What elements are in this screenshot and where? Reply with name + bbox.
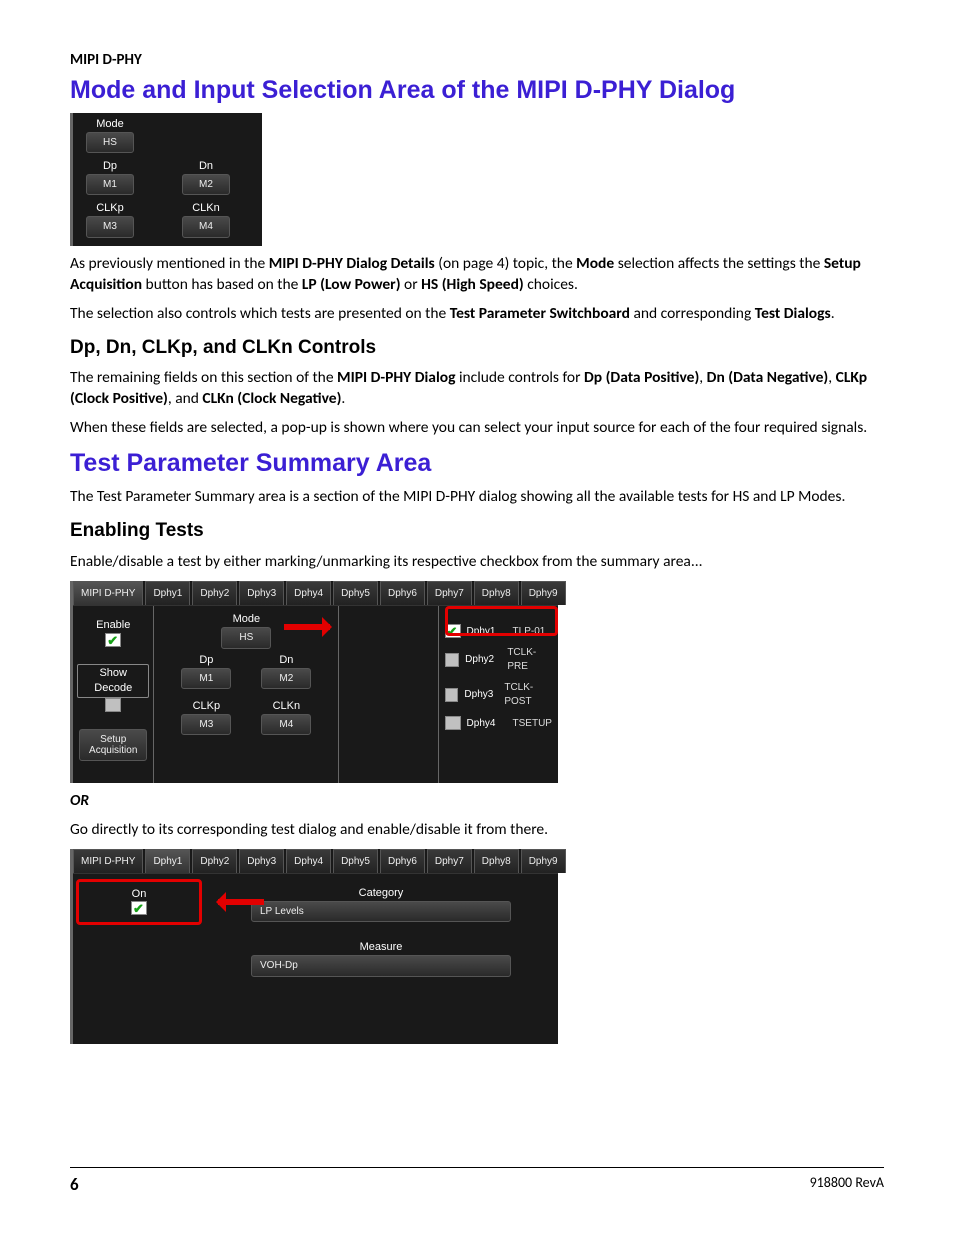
paragraph: Enable/disable a test by either marking/… [70,552,884,573]
dp-label: Dp [81,159,139,174]
test-name: Dphy4 [467,717,507,731]
highlight-box [445,606,558,636]
tab-dphy6[interactable]: Dphy6 [380,849,425,874]
panel-test-dialog: MIPI D-PHYDphy1Dphy2Dphy3Dphy4Dphy5Dphy6… [70,849,558,1045]
clkn-label: CLKn [256,699,316,714]
category-button[interactable]: LP Levels [251,901,511,923]
test-value: TCLK-POST [504,681,552,708]
clkn-button[interactable]: M4 [261,714,311,736]
clkn-label: CLKn [177,201,235,216]
enable-checkbox[interactable] [105,633,121,647]
dp-label: Dp [176,653,236,668]
panel-summary: MIPI D-PHYDphy1Dphy2Dphy3Dphy4Dphy5Dphy6… [70,581,558,783]
tab-dphy7[interactable]: Dphy7 [427,849,472,874]
clkp-button[interactable]: M3 [181,714,231,736]
dp-button[interactable]: M1 [181,668,231,690]
tab-dphy3[interactable]: Dphy3 [239,849,284,874]
section-title-summary: Test Parameter Summary Area [70,447,884,480]
section-label: MIPI D-PHY [70,50,884,70]
clkn-button[interactable]: M4 [182,216,230,238]
test-name: Dphy3 [464,688,498,702]
page-number: 6 [70,1174,79,1195]
test-value: TCLK-PRE [507,646,552,673]
clkp-button[interactable]: M3 [86,216,134,238]
subheading-enabling: Enabling Tests [70,518,884,544]
test-name: Dphy2 [465,653,501,667]
page-title: Mode and Input Selection Area of the MIP… [70,74,884,107]
paragraph: The selection also controls which tests … [70,304,884,325]
tab-dphy5[interactable]: Dphy5 [333,581,378,606]
test-row: Dphy2 TCLK-PRE [445,646,552,673]
tabstrip: MIPI D-PHYDphy1Dphy2Dphy3Dphy4Dphy5Dphy6… [73,849,558,875]
test-checkbox[interactable] [445,688,459,702]
tab-dphy2[interactable]: Dphy2 [192,581,237,606]
paragraph: When these fields are selected, a pop-up… [70,418,884,439]
paragraph: As previously mentioned in the MIPI D-PH… [70,254,884,296]
mode-label: Mode [81,117,139,132]
test-checkbox[interactable] [445,716,461,730]
tab-dphy8[interactable]: Dphy8 [474,581,519,606]
mode-button[interactable]: HS [221,627,271,649]
test-row: Dphy4 TSETUP [445,716,552,730]
page-footer: 6 918800 RevA [70,1167,884,1195]
paragraph: The Test Parameter Summary area is a sec… [70,487,884,508]
tab-dphy8[interactable]: Dphy8 [474,849,519,874]
setup-acquisition-button[interactable]: Setup Acquisition [79,729,147,761]
tab-dphy2[interactable]: Dphy2 [192,849,237,874]
test-row: Dphy3 TCLK-POST [445,681,552,708]
measure-button[interactable]: VOH-Dp [251,955,511,977]
measure-label: Measure [251,940,511,955]
dn-label: Dn [177,159,235,174]
dn-label: Dn [256,653,316,668]
panel-mode-inputs: Mode HS Dp M1 Dn M2 CLKp M3 CLKn M4 [70,113,262,246]
tabstrip: MIPI D-PHYDphy1Dphy2Dphy3Dphy4Dphy5Dphy6… [73,581,558,607]
arrow-right-icon [284,624,330,630]
tab-mipi-d-phy[interactable]: MIPI D-PHY [73,849,143,874]
show-decode-checkbox[interactable] [105,698,121,712]
paragraph: Go directly to its corresponding test di… [70,820,884,841]
tab-dphy3[interactable]: Dphy3 [239,581,284,606]
arrow-left-icon [218,899,264,905]
doc-revision: 918800 RevA [810,1174,884,1195]
test-checkbox[interactable] [445,653,460,667]
subheading-controls: Dp, Dn, CLKp, and CLKn Controls [70,335,884,361]
tab-dphy1[interactable]: Dphy1 [145,849,190,874]
show-decode-label: Show Decode [77,664,149,698]
tab-dphy1[interactable]: Dphy1 [145,581,190,606]
tab-dphy9[interactable]: Dphy9 [521,581,566,606]
category-label: Category [251,886,511,901]
clkp-label: CLKp [176,699,236,714]
dp-button[interactable]: M1 [86,174,134,196]
highlight-box [76,879,202,925]
tab-dphy5[interactable]: Dphy5 [333,849,378,874]
tab-dphy4[interactable]: Dphy4 [286,581,331,606]
tab-dphy9[interactable]: Dphy9 [521,849,566,874]
paragraph: The remaining fields on this section of … [70,368,884,410]
mode-button[interactable]: HS [86,132,134,154]
tab-dphy4[interactable]: Dphy4 [286,849,331,874]
dn-button[interactable]: M2 [261,668,311,690]
dn-button[interactable]: M2 [182,174,230,196]
tab-mipi-d-phy[interactable]: MIPI D-PHY [73,581,143,606]
tab-dphy6[interactable]: Dphy6 [380,581,425,606]
test-value: TSETUP [513,717,552,731]
enable-label: Enable [77,618,149,633]
or-label: OR [70,791,884,812]
clkp-label: CLKp [81,201,139,216]
tab-dphy7[interactable]: Dphy7 [427,581,472,606]
